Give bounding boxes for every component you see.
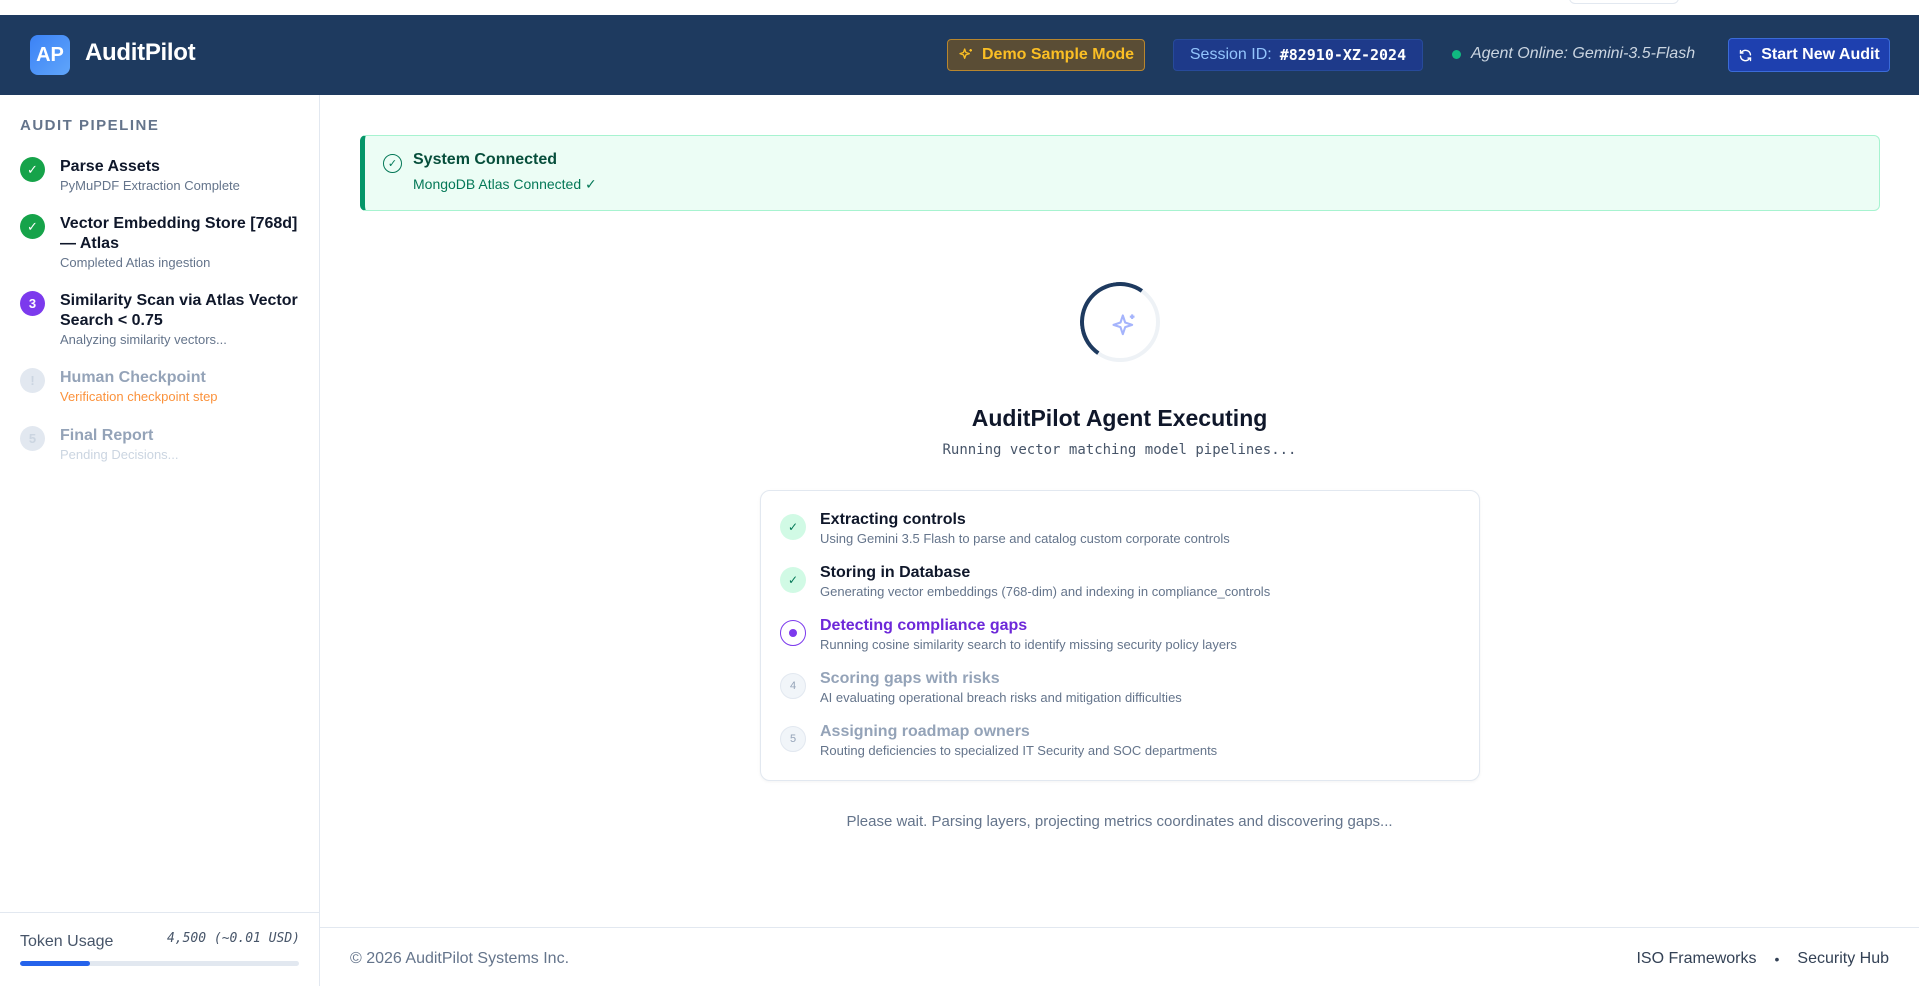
online-indicator (1452, 49, 1461, 59)
step-subtitle: Pending Decisions... (60, 447, 179, 462)
demo-mode-button[interactable]: Demo Sample Mode (947, 39, 1145, 71)
loading-spinner (1073, 275, 1167, 369)
check-icon: ✓ (780, 567, 806, 593)
copyright-text: © 2026 AuditPilot Systems Inc. (350, 950, 570, 967)
step-subtitle: PyMuPDF Extraction Complete (60, 178, 240, 193)
token-usage-value: 4,500 (~0.01 USD) (166, 931, 300, 946)
in-progress-icon (780, 620, 806, 646)
demo-mode-label: Demo Sample Mode (981, 46, 1135, 63)
task-description: Routing deficiencies to specialized IT S… (820, 743, 1218, 758)
step-title: Parse Assets (60, 158, 160, 175)
step-number-badge: 5 (20, 426, 45, 451)
task-description: Running cosine similarity search to iden… (820, 637, 1237, 652)
step-title: Similarity Scan via Atlas Vector Search … (60, 292, 298, 329)
alert-subtitle: MongoDB Atlas Connected ✓ (413, 176, 597, 192)
task-title: Assigning roadmap owners (820, 723, 1030, 740)
check-icon: ✓ (20, 157, 45, 182)
app-name: AuditPilot (85, 39, 196, 66)
check-icon: ✓ (20, 214, 45, 239)
task-title: Extracting controls (820, 511, 966, 528)
session-value: #82910-XZ-2024 (1279, 46, 1407, 64)
executing-title: AuditPilot Agent Executing (971, 405, 1268, 431)
alert-title: System Connected (413, 151, 558, 168)
check-icon: ✓ (780, 514, 806, 540)
sparkle-icon (959, 48, 972, 59)
step-subtitle: Verification checkpoint step (60, 389, 218, 404)
footer-separator: • (1774, 951, 1780, 967)
agent-status-text: Agent Online: Gemini-3.5-Flash (1471, 45, 1696, 62)
footer-link-security-hub[interactable]: Security Hub (1797, 950, 1889, 968)
executing-subtitle: Running vector matching model pipelines.… (942, 442, 1297, 458)
page-footer: © 2026 AuditPilot Systems Inc. ISO Frame… (320, 927, 1919, 986)
app-header: AP AuditPilot Demo Sample Mode Session I… (0, 15, 1919, 95)
wait-message: Please wait. Parsing layers, projecting … (846, 813, 1393, 830)
task-title: Storing in Database (820, 564, 971, 581)
token-usage-fill (20, 961, 90, 966)
step-title: Final Report (60, 427, 154, 444)
task-description: Using Gemini 3.5 Flash to parse and cata… (820, 531, 1230, 546)
connection-alert: ✓ System Connected MongoDB Atlas Connect… (360, 135, 1880, 211)
step-title: Vector Embedding Store [768d] — Atlas (60, 215, 298, 252)
logo-badge: AP (30, 35, 70, 75)
task-description: AI evaluating operational breach risks a… (820, 690, 1182, 705)
token-usage-label: Token Usage (20, 933, 114, 950)
step-subtitle: Completed Atlas ingestion (60, 255, 211, 270)
start-new-audit-button[interactable]: Start New Audit (1728, 38, 1890, 72)
task-list: ✓ Extracting controls Using Gemini 3.5 F… (760, 490, 1480, 781)
task-title: Scoring gaps with risks (820, 670, 1000, 687)
start-new-audit-label: Start New Audit (1761, 46, 1880, 63)
check-circle-icon: ✓ (383, 154, 402, 173)
task-title: Detecting compliance gaps (820, 617, 1028, 634)
alert-icon: ! (20, 368, 45, 393)
session-id-badge: Session ID: #82910-XZ-2024 (1173, 39, 1423, 71)
step-subtitle: Analyzing similarity vectors... (60, 332, 227, 347)
task-description: Generating vector embeddings (768-dim) a… (820, 584, 1271, 599)
token-usage: Token Usage 4,500 (~0.01 USD) (0, 912, 320, 986)
token-usage-bar (20, 961, 299, 966)
refresh-icon (1740, 49, 1752, 61)
agent-status: Agent Online: Gemini-3.5-Flash (1452, 45, 1695, 63)
sparkle-icon (1112, 314, 1135, 336)
footer-links: ISO Frameworks • Security Hub (1636, 950, 1889, 968)
step-number-badge: 3 (20, 291, 45, 316)
step-title: Human Checkpoint (60, 369, 206, 386)
pipeline-sidebar: AUDIT PIPELINE ✓ Parse Assets PyMuPDF Ex… (0, 95, 320, 986)
top-strip (0, 0, 1919, 15)
footer-link-iso-frameworks[interactable]: ISO Frameworks (1636, 950, 1756, 968)
step-number-icon: 4 (780, 673, 806, 699)
step-number-icon: 5 (780, 726, 806, 752)
session-label: Session ID: (1189, 46, 1272, 63)
main-content: ✓ System Connected MongoDB Atlas Connect… (320, 95, 1919, 927)
top-pill (1569, 0, 1679, 4)
pipeline-title: AUDIT PIPELINE (20, 117, 160, 134)
